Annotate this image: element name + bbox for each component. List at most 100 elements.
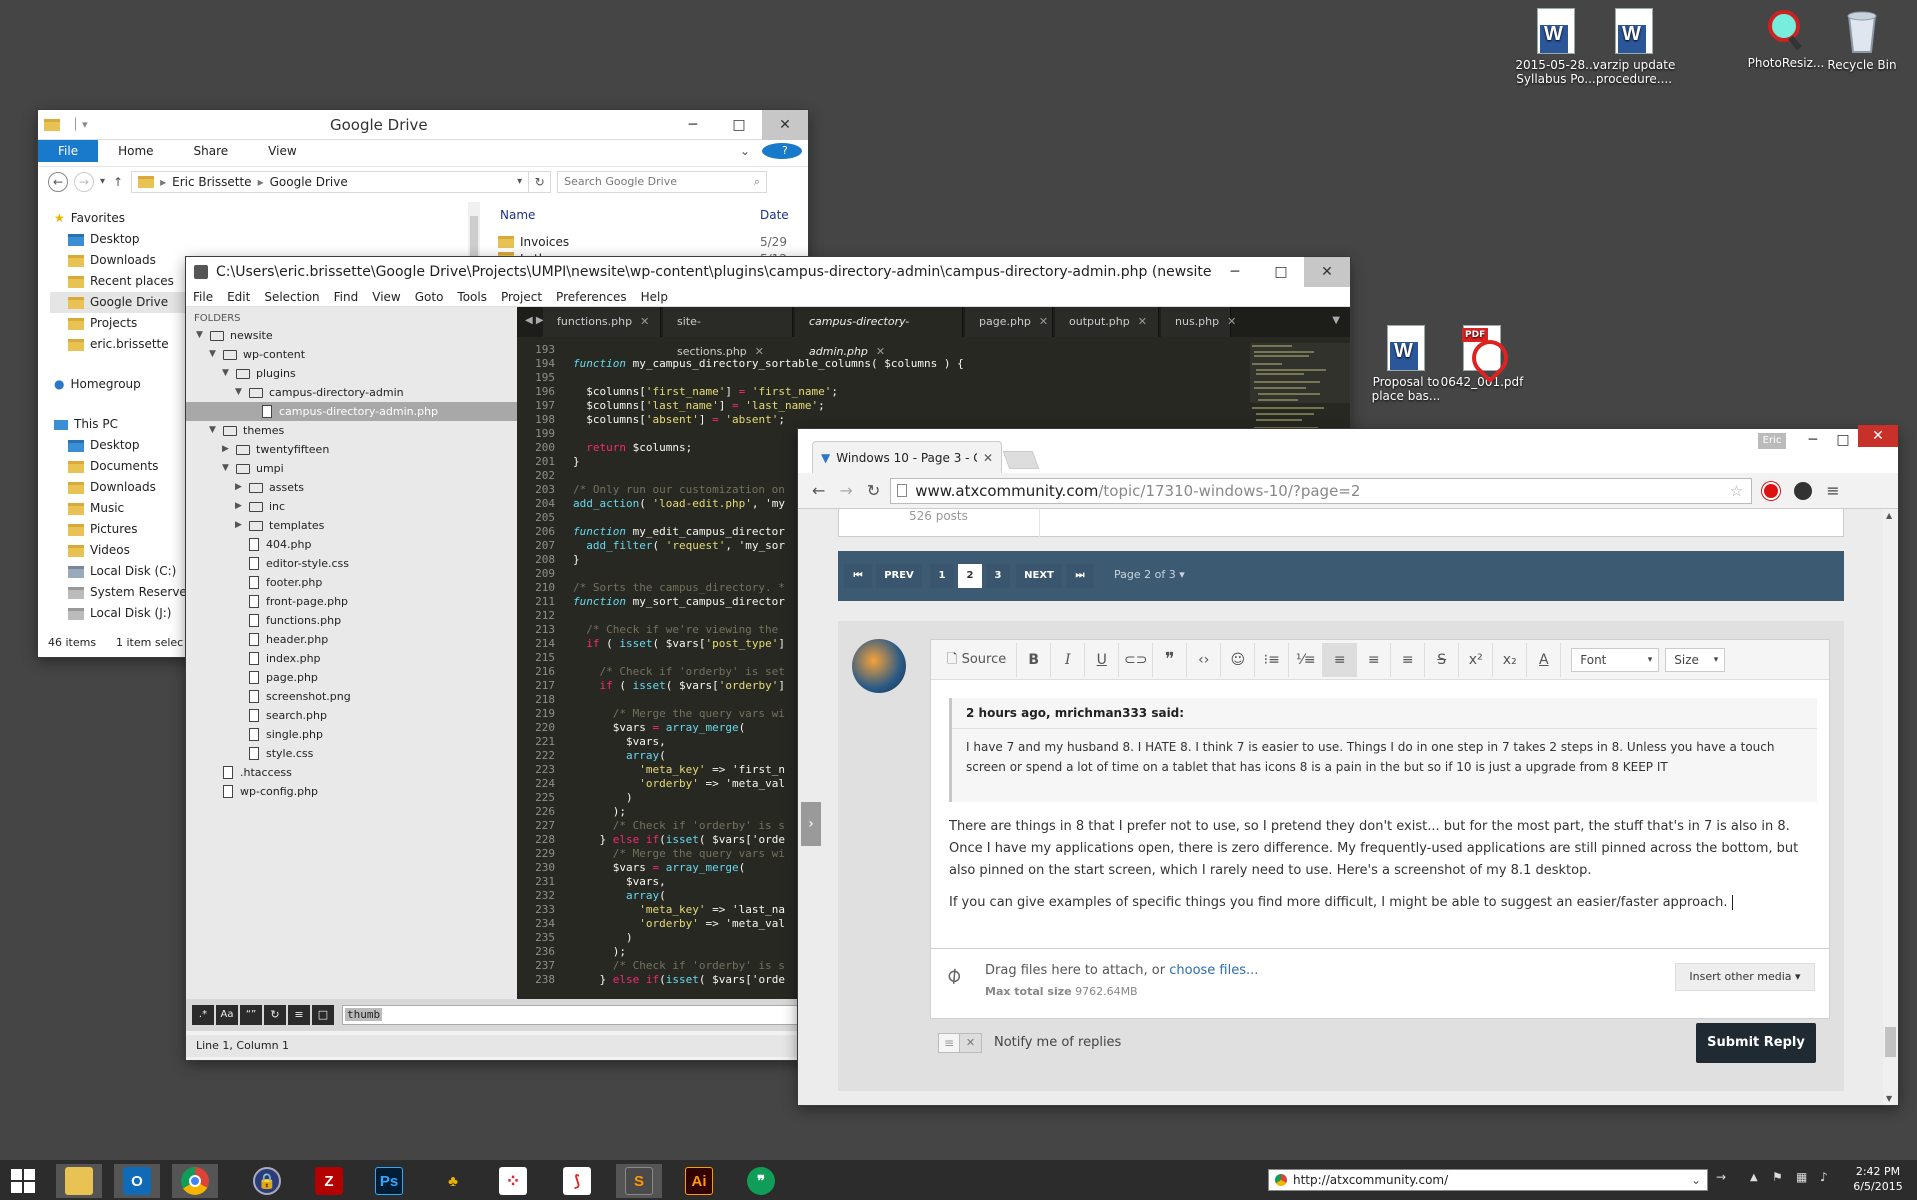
taskbar-app[interactable]: ♣	[430, 1164, 476, 1198]
chevron-down-icon[interactable]: ▼	[209, 421, 223, 440]
reply-paragraph[interactable]: If you can give examples of specific thi…	[949, 892, 1817, 914]
taskbar-hangouts[interactable]: ❞	[738, 1164, 784, 1198]
forward-arrow-icon[interactable]: →	[839, 481, 852, 500]
nav-item[interactable]: Desktop	[50, 229, 230, 250]
highlight-toggle[interactable]: □	[312, 1005, 334, 1025]
start-button[interactable]	[0, 1164, 46, 1198]
folder-tree-item[interactable]: ▶ assets	[186, 478, 517, 497]
folder-tree-item[interactable]: ▶ inc	[186, 497, 517, 516]
superscript-icon[interactable]: x²	[1459, 642, 1494, 677]
bookmark-star-icon[interactable]: ☆	[1730, 482, 1743, 500]
desktop-icon-varzip[interactable]: varzip update procedure....	[1588, 8, 1680, 86]
align-left-icon[interactable]: ≡	[1323, 642, 1358, 677]
clock[interactable]: 2:42 PM 6/5/2015	[1844, 1164, 1912, 1194]
expand-sidebar-chevron[interactable]: ›	[801, 802, 821, 846]
folder-tree-item[interactable]: ▼ plugins	[186, 364, 517, 383]
taskbar-acrobat[interactable]: ⟆	[554, 1164, 600, 1198]
minimize-button[interactable]: ─	[1798, 425, 1828, 455]
prev-page-button[interactable]: PREV	[876, 564, 922, 588]
editor-tab[interactable]: campus-directory-admin.php ✕	[795, 307, 963, 358]
network-icon[interactable]: ▦	[1796, 1170, 1807, 1184]
close-button[interactable]: ✕	[1304, 257, 1350, 287]
chevron-down-icon[interactable]: ▼	[235, 383, 249, 402]
source-button[interactable]: 🗋 Source	[937, 642, 1018, 677]
scroll-up-icon[interactable]: ▲	[1886, 511, 1892, 520]
chevron-right-icon[interactable]: ▶	[222, 440, 236, 459]
chevron-down-icon[interactable]: ▼	[209, 345, 223, 364]
menu-view[interactable]: View	[365, 290, 407, 304]
page-link[interactable]: 1	[930, 564, 954, 588]
address-toolbar[interactable]: http://atxcommunity.com/ ⌄	[1268, 1169, 1708, 1191]
desktop-icon-recycle-bin[interactable]: Recycle Bin	[1816, 8, 1908, 72]
file-tree-item[interactable]: page.php	[186, 668, 517, 687]
file-tree-item[interactable]: wp-config.php	[186, 782, 517, 801]
breadcrumb-item[interactable]: Google Drive	[270, 175, 348, 189]
refresh-icon[interactable]: ↻	[529, 170, 552, 193]
menu-selection[interactable]: Selection	[257, 290, 326, 304]
numbered-list-icon[interactable]: ⅟≡	[1289, 642, 1324, 677]
italic-button[interactable]: I	[1051, 642, 1086, 677]
file-tree-item[interactable]: style.css	[186, 744, 517, 763]
chevron-right-icon[interactable]: ▶	[235, 478, 249, 497]
editor-tab[interactable]: page.php ✕	[965, 307, 1053, 337]
ribbon-tab-file[interactable]: File	[38, 140, 99, 162]
menu-icon[interactable]: ≡	[1826, 481, 1839, 500]
new-tab-button[interactable]	[1002, 451, 1040, 469]
taskbar-chrome[interactable]	[172, 1164, 218, 1198]
minimize-button[interactable]: ─	[670, 110, 716, 140]
taskbar-filezilla[interactable]: Z	[306, 1164, 352, 1198]
taskbar-outlook[interactable]: O	[114, 1164, 160, 1198]
forward-arrow-icon[interactable]: →	[74, 171, 94, 192]
font-select[interactable]: Font ▾	[1571, 647, 1660, 672]
text-color-icon[interactable]: A	[1527, 642, 1562, 677]
strikethrough-icon[interactable]: S	[1425, 642, 1460, 677]
menu-find[interactable]: Find	[327, 290, 366, 304]
folder-tree-item[interactable]: ▶ templates	[186, 516, 517, 535]
volume-icon[interactable]: ♪	[1820, 1170, 1828, 1184]
file-tree-item[interactable]: single.php	[186, 725, 517, 744]
menu-tools[interactable]: Tools	[450, 290, 494, 304]
tab-list-icon[interactable]: ▼	[1332, 315, 1340, 326]
up-arrow-icon[interactable]: ↑	[113, 175, 123, 189]
taskbar-apps-grid[interactable]: ⁘	[490, 1164, 536, 1198]
file-tree-item[interactable]: header.php	[186, 630, 517, 649]
menu-help[interactable]: Help	[634, 290, 675, 304]
bulleted-list-icon[interactable]: ⁝≡	[1255, 642, 1290, 677]
last-page-button[interactable]: ⏭	[1066, 564, 1094, 588]
maximize-button[interactable]: □	[1258, 257, 1304, 287]
maximize-button[interactable]: □	[1828, 425, 1858, 455]
menu-preferences[interactable]: Preferences	[549, 290, 634, 304]
whole-word-toggle[interactable]: “”	[240, 1005, 262, 1025]
file-tree-item[interactable]: front-page.php	[186, 592, 517, 611]
chevron-right-icon[interactable]: ▶	[235, 497, 249, 516]
quote-icon[interactable]: ❞	[1153, 642, 1188, 677]
chevron-right-icon[interactable]: ▶	[235, 516, 249, 535]
menu-project[interactable]: Project	[494, 290, 549, 304]
file-tree-item[interactable]: campus-directory-admin.php	[186, 402, 517, 421]
page-link-current[interactable]: 2	[958, 564, 982, 588]
ribbon-tab-home[interactable]: Home	[98, 144, 173, 158]
menu-edit[interactable]: Edit	[220, 290, 257, 304]
back-arrow-icon[interactable]: ←	[812, 481, 825, 500]
folder-tree-item[interactable]: ▼ newsite	[186, 326, 517, 345]
back-arrow-icon[interactable]: ←	[48, 171, 68, 192]
taskbar-keepass[interactable]: 🔒	[244, 1164, 290, 1198]
help-icon[interactable]: ?	[756, 143, 808, 159]
menu-file[interactable]: File	[186, 290, 220, 304]
folder-tree-item[interactable]: ▼ wp-content	[186, 345, 517, 364]
minimize-button[interactable]: ─	[1212, 257, 1258, 287]
go-arrow-icon[interactable]: →	[1716, 1170, 1726, 1184]
breadcrumb[interactable]: ▸ Eric Brissette ▸ Google Drive ▾	[131, 170, 530, 193]
tab-close-icon[interactable]: ✕	[983, 451, 993, 465]
size-select[interactable]: Size ▾	[1665, 647, 1726, 672]
file-tree-item[interactable]: editor-style.css	[186, 554, 517, 573]
subscript-icon[interactable]: x₂	[1493, 642, 1528, 677]
maximize-button[interactable]: □	[716, 110, 762, 140]
page-scrollbar[interactable]: ▲ ▼	[1883, 509, 1898, 1105]
file-tree-item[interactable]: .htaccess	[186, 763, 517, 782]
file-tree-item[interactable]: screenshot.png	[186, 687, 517, 706]
file-row[interactable]: Invoices 5/29	[498, 232, 798, 252]
bold-button[interactable]: B	[1017, 642, 1052, 677]
chevron-down-icon[interactable]: ▼	[222, 364, 236, 383]
emoji-icon[interactable]: ☺	[1221, 642, 1256, 677]
